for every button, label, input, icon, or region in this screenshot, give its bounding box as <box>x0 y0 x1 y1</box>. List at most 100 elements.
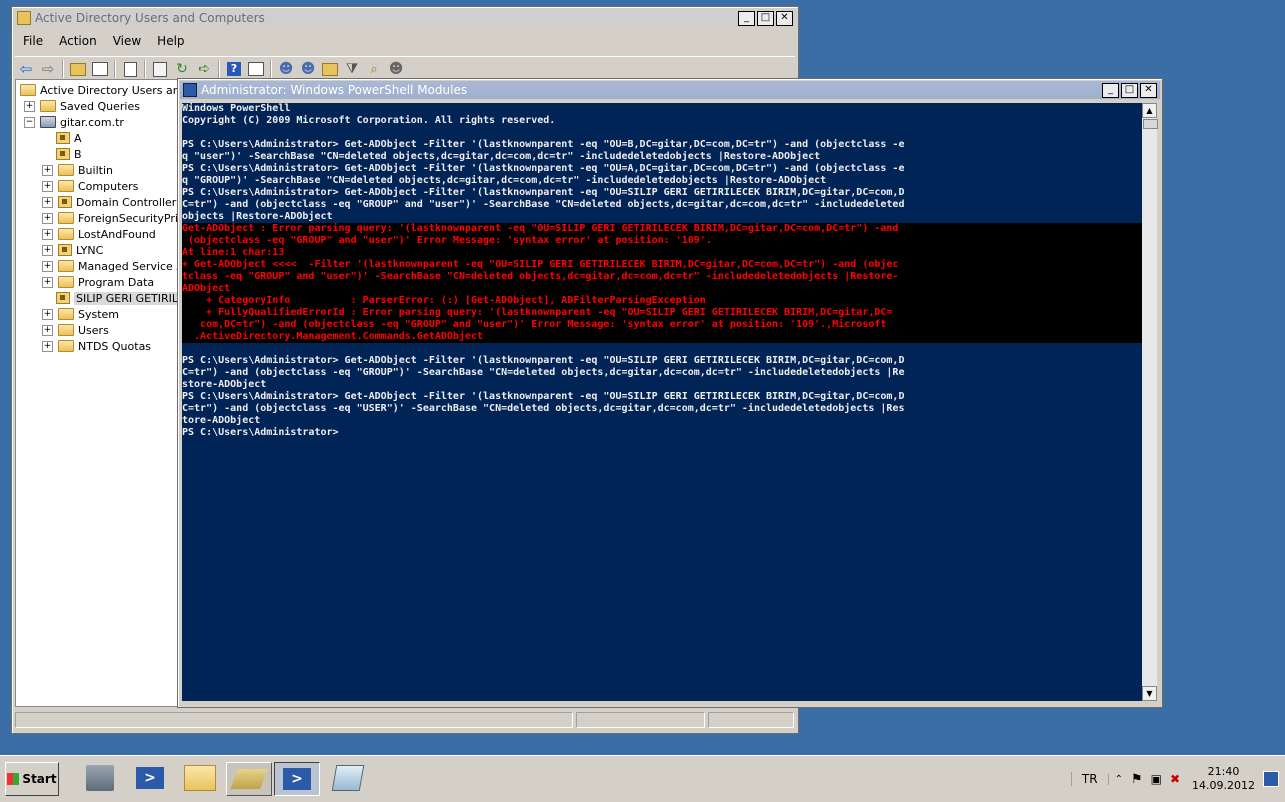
ou-icon <box>56 148 70 160</box>
tree-item[interactable]: + Computers <box>42 178 138 194</box>
clock[interactable]: 21:40 14.09.2012 <box>1192 765 1255 793</box>
aduc-icon[interactable] <box>226 762 272 796</box>
tree-item-label: Saved Queries <box>60 99 140 113</box>
console-line: q "user")' -SearchBase "CN=deleted objec… <box>182 151 821 162</box>
ps-minimize-button[interactable]: _ <box>1102 82 1119 98</box>
maximize-button[interactable]: □ <box>757 10 774 26</box>
refresh-icon[interactable]: ↻ <box>173 60 191 78</box>
tree-item[interactable]: + Domain Controllers <box>42 194 178 210</box>
explorer-icon[interactable] <box>178 762 222 794</box>
tree-item[interactable]: + ForeignSecurityPrinc <box>42 210 178 226</box>
tree-item-label: Users <box>78 323 109 337</box>
tree-item[interactable]: + NTDS Quotas <box>42 338 151 354</box>
console-line: Copyright (C) 2009 Microsoft Corporation… <box>182 115 556 126</box>
tree-item[interactable]: + Builtin <box>42 162 113 178</box>
filter-icon[interactable]: ⧩ <box>343 60 361 78</box>
expand-toggle[interactable]: + <box>42 180 53 192</box>
console-line: PS C:\Users\Administrator> Get-ADObject … <box>182 187 905 198</box>
tree-item[interactable]: + System <box>42 306 119 322</box>
tree-item[interactable]: + Program Data <box>42 274 154 290</box>
console-line: q "GROUP")' -SearchBase "CN=deleted obje… <box>182 175 827 186</box>
expand-toggle[interactable]: + <box>42 244 53 256</box>
menu-view[interactable]: View <box>105 34 149 48</box>
tree-item[interactable]: + LostAndFound <box>42 226 156 242</box>
tree-item-label: System <box>78 307 120 321</box>
show-hidden-icons-icon[interactable]: ⌃ <box>1107 773 1123 785</box>
folder-icon <box>58 324 74 336</box>
powershell-admin-icon[interactable]: > <box>274 762 320 796</box>
console-scrollbar[interactable]: ▲ ▼ <box>1142 103 1158 701</box>
tree-item[interactable]: A <box>42 130 82 146</box>
tree-item[interactable]: B <box>42 146 82 162</box>
new-group-icon[interactable]: ☻ <box>299 60 317 78</box>
tree-item[interactable]: − gitar.com.tr <box>24 114 124 130</box>
forward-icon[interactable]: ⇨ <box>39 60 57 78</box>
folder-icon <box>58 180 74 192</box>
menu-action[interactable]: Action <box>51 34 105 48</box>
expand-toggle[interactable]: + <box>42 260 53 272</box>
action-center-flag-icon[interactable]: ⚑ <box>1131 772 1143 787</box>
tree-item[interactable]: + Managed Service Ac <box>42 258 178 274</box>
console-line: PS C:\Users\Administrator> Get-ADObject … <box>182 139 905 150</box>
ps-maximize-button[interactable]: □ <box>1121 82 1138 98</box>
back-icon[interactable]: ⇦ <box>17 60 35 78</box>
volume-muted-icon[interactable]: ✖ <box>1170 772 1180 786</box>
add-to-group-icon[interactable]: ☻ <box>387 60 405 78</box>
scroll-thumb[interactable] <box>1143 119 1158 129</box>
console-error-line: + CategoryInfo : ParserError: (:) [Get-A… <box>182 295 1142 307</box>
expand-toggle[interactable]: − <box>24 116 35 128</box>
clock-date: 14.09.2012 <box>1192 779 1255 792</box>
aduc-titlebar[interactable]: Active Directory Users and Computers _ □… <box>14 9 796 27</box>
new-user-icon[interactable]: ☻ <box>277 60 295 78</box>
powershell-console[interactable]: Windows PowerShell Copyright (C) 2009 Mic… <box>182 103 1142 701</box>
tree-item[interactable]: Active Directory Users and C <box>20 82 178 98</box>
aduc-app-icon <box>17 11 31 25</box>
help-icon[interactable]: ? <box>225 60 243 78</box>
action-pane-icon[interactable] <box>247 60 265 78</box>
powershell-titlebar[interactable]: Administrator: Windows PowerShell Module… <box>180 81 1160 99</box>
expand-toggle[interactable]: + <box>42 228 53 240</box>
console-error-line: com,DC=tr") -and (objectclass -eq "GROUP… <box>182 319 1142 331</box>
ou-icon <box>56 132 70 144</box>
up-folder-icon[interactable] <box>69 60 87 78</box>
show-tree-icon[interactable] <box>91 60 109 78</box>
expand-toggle[interactable]: + <box>42 212 53 224</box>
console-line: Windows PowerShell <box>182 103 291 114</box>
scroll-up-button[interactable]: ▲ <box>1142 103 1157 118</box>
console-tree[interactable]: Active Directory Users and C + Saved Queri… <box>15 79 179 707</box>
tree-item[interactable]: SILIP GERI GETIRILE <box>42 290 178 306</box>
network-icon[interactable]: ▣ <box>1151 772 1162 786</box>
powershell-icon[interactable]: > <box>128 762 172 794</box>
expand-toggle[interactable]: + <box>42 276 53 288</box>
close-button[interactable]: ✕ <box>776 10 793 26</box>
expand-toggle[interactable]: + <box>42 340 53 352</box>
folder-icon <box>58 340 74 352</box>
expand-toggle[interactable]: + <box>42 324 53 336</box>
copy-icon[interactable] <box>121 60 139 78</box>
expand-toggle[interactable]: + <box>24 100 35 112</box>
tree-item[interactable]: + LYNC <box>42 242 103 258</box>
expand-toggle[interactable]: + <box>42 308 53 320</box>
tree-item[interactable]: + Saved Queries <box>24 98 140 114</box>
console-line: C=tr") -and (objectclass -eq "GROUP")' -… <box>182 367 905 378</box>
find-icon[interactable]: ⌕ <box>365 60 383 78</box>
export-list-icon[interactable]: ➪ <box>195 60 213 78</box>
console-line: ​ <box>182 127 1142 139</box>
aduc-root-icon <box>20 84 36 96</box>
new-ou-icon[interactable] <box>321 60 339 78</box>
menu-file[interactable]: File <box>15 34 51 48</box>
tree-item-label: B <box>74 147 82 161</box>
tree-item[interactable]: + Users <box>42 322 109 338</box>
expand-toggle[interactable]: + <box>42 164 53 176</box>
server-manager-icon[interactable] <box>78 762 122 794</box>
start-button[interactable]: Start <box>5 762 59 796</box>
menu-help[interactable]: Help <box>149 34 192 48</box>
minimize-button[interactable]: _ <box>738 10 755 26</box>
notepad-icon[interactable] <box>326 762 370 794</box>
language-indicator[interactable]: TR <box>1070 772 1098 786</box>
ps-close-button[interactable]: ✕ <box>1140 82 1157 98</box>
expand-toggle[interactable]: + <box>42 196 53 208</box>
show-desktop-icon[interactable] <box>1263 771 1279 787</box>
properties-icon[interactable] <box>151 60 169 78</box>
scroll-down-button[interactable]: ▼ <box>1142 686 1157 701</box>
